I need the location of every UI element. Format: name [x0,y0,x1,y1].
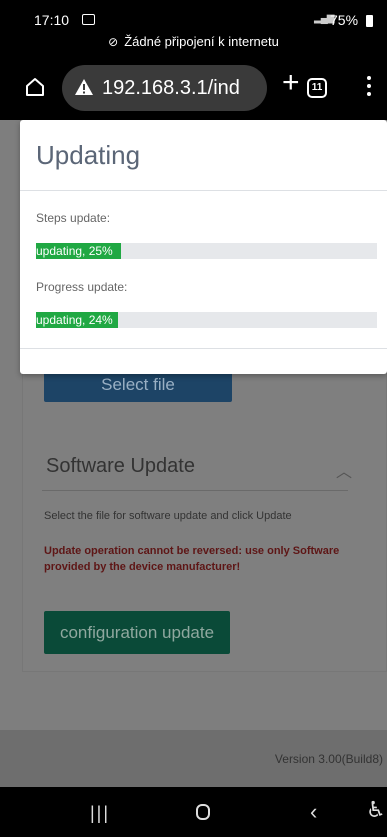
status-bar: 17:10 ▂▄▆ 75% ⊘ Žádné připojení k interne… [0,0,387,58]
modal-title: Updating [36,140,141,170]
section-divider [42,490,348,491]
battery-level: 75% [330,12,359,28]
configuration-update-button[interactable]: configuration update [44,611,230,654]
version-label: Version 3.00(Build8) [274,752,383,766]
warning-icon [75,79,93,95]
recents-icon[interactable]: ||| [90,803,110,824]
tab-switcher-icon[interactable]: 11 [307,78,327,98]
offline-banner: ⊘ Žádné připojení k internetu [0,34,387,49]
url-text: 192.168.3.1/ind [102,77,240,99]
updating-modal: Updating Steps update: updating, 25% Pro… [20,120,387,374]
modal-footer-divider [20,348,387,349]
chevron-up-icon[interactable]: ︿ [336,458,352,482]
browser-toolbar: 192.168.3.1/ind + 11 [0,58,387,120]
progress-update-bar: updating, 24% [36,312,377,328]
cloud-off-icon: ⊘ [108,35,119,49]
address-bar[interactable]: 192.168.3.1/ind [62,65,267,111]
progress-update-label: Progress update: [36,280,128,294]
accessibility-icon[interactable]: ♿︎ [366,797,386,823]
progress-update-fill: updating, 24% [36,312,118,328]
modal-divider [20,190,387,191]
more-menu-icon[interactable] [367,76,371,100]
update-warning: Update operation cannot be reversed: use… [44,545,340,573]
notification-icon [82,14,95,25]
battery-icon [366,15,373,27]
steps-progress-bar: updating, 25% [36,243,377,259]
clock: 17:10 [34,12,70,28]
software-update-description: Select the file for software update and … [44,510,292,522]
new-tab-icon[interactable]: + [282,68,300,98]
select-file-button[interactable]: Select file [44,370,232,402]
home-button-icon[interactable] [196,804,210,820]
back-icon[interactable]: ‹ [310,799,317,825]
system-nav-bar: ||| ‹ ♿︎ [0,787,387,837]
steps-progress-fill: updating, 25% [36,243,122,259]
software-update-title: Software Update [46,455,195,477]
steps-update-label: Steps update: [36,211,111,225]
offline-text: Žádné připojení k internetu [124,34,279,49]
home-icon[interactable] [24,76,46,98]
